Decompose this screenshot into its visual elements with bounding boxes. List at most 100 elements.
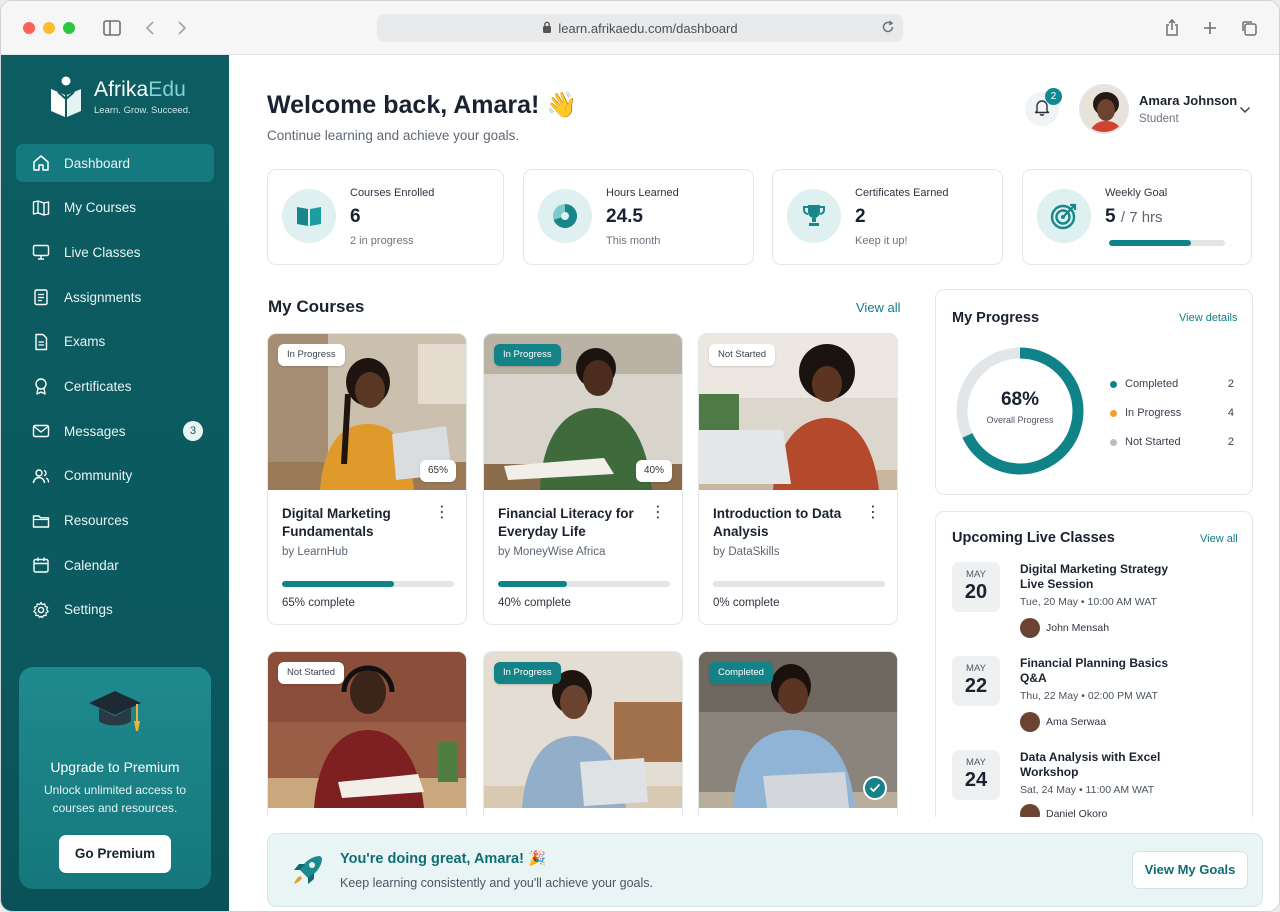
premium-title: Upgrade to Premium	[50, 759, 180, 775]
target-icon	[1037, 189, 1091, 243]
maximize-window-button[interactable]	[63, 22, 75, 34]
reload-icon[interactable]	[881, 20, 895, 37]
trophy-icon	[787, 189, 841, 243]
course-title[interactable]: Introduction to Data Analysis	[713, 505, 863, 541]
back-icon[interactable]	[139, 17, 161, 39]
stat-label: Courses Enrolled	[350, 187, 435, 199]
user-role: Student	[1139, 113, 1179, 125]
course-title[interactable]: Financial Literacy for Everyday Life	[498, 505, 648, 541]
live-class-time: Tue, 20 May • 10:00 AM WAT	[1020, 596, 1157, 608]
date-badge: MAY 24	[952, 750, 1000, 800]
progress-donut-chart	[956, 347, 1084, 475]
address-bar[interactable]: learn.afrikaedu.com/dashboard	[377, 14, 903, 42]
sidebar-item-dashboard[interactable]: Dashboard	[16, 144, 214, 182]
sidebar-item-label: Community	[64, 468, 133, 484]
status-badge: Completed	[709, 662, 773, 684]
pie-chart-icon	[538, 189, 592, 243]
forward-icon[interactable]	[171, 17, 193, 39]
page-subtitle: Continue learning and achieve your goals…	[267, 128, 520, 143]
close-window-button[interactable]	[23, 22, 35, 34]
premium-promo-card: Upgrade to Premium Unlock unlimited acce…	[19, 667, 211, 889]
sidebar-item-label: Live Classes	[64, 244, 141, 260]
sidebar-item-community[interactable]: Community	[16, 457, 214, 495]
sidebar-item-label: Resources	[64, 513, 129, 528]
sidebar-item-calendar[interactable]: Calendar	[16, 546, 214, 584]
course-provider: by MoneyWise Africa	[498, 546, 606, 558]
brand-name: AfrikaEdu	[94, 78, 186, 101]
stat-card-hours-learned[interactable]: Hours Learned 24.5 This month	[523, 169, 754, 265]
more-options-icon[interactable]: ⋮	[434, 505, 450, 521]
tabs-overview-icon[interactable]	[1238, 17, 1260, 39]
live-class-time: Sat, 24 May • 11:00 AM WAT	[1020, 784, 1155, 796]
date-badge: MAY 22	[952, 656, 1000, 706]
calendar-icon	[32, 556, 50, 574]
my-progress-title: My Progress	[952, 310, 1040, 326]
check-icon	[863, 776, 887, 800]
users-icon	[32, 467, 50, 485]
sidebar-item-label: Assignments	[64, 289, 142, 305]
clipboard-icon	[32, 288, 50, 306]
stat-label: Certificates Earned	[855, 187, 949, 199]
new-tab-icon[interactable]	[1199, 17, 1221, 39]
stat-note: 2 in progress	[350, 235, 414, 247]
course-progress-bar	[713, 581, 885, 587]
more-options-icon[interactable]: ⋮	[865, 505, 881, 521]
sidebar-item-label: Settings	[64, 602, 113, 618]
course-card[interactable]: Completed	[698, 651, 898, 815]
user-name[interactable]: Amara Johnson	[1139, 93, 1237, 108]
sidebar-item-assignments[interactable]: Assignments	[16, 278, 214, 316]
sidebar-item-exams[interactable]: Exams	[16, 323, 214, 361]
sidebar-toggle-icon[interactable]	[101, 17, 123, 39]
course-card[interactable]: Not Started Introduction to Data Analysi…	[698, 333, 898, 625]
brand-logo[interactable]: AfrikaEdu Learn. Grow. Succeed.	[49, 75, 191, 119]
go-premium-button[interactable]: Go Premium	[59, 835, 171, 873]
view-my-goals-button[interactable]: View My Goals	[1132, 851, 1248, 889]
minimize-window-button[interactable]	[43, 22, 55, 34]
mail-icon	[32, 422, 50, 440]
live-class-host: Ama Serwaa	[1020, 712, 1106, 732]
live-class-item[interactable]: MAY 20 Digital Marketing Strategy Live Se…	[952, 562, 1252, 642]
browser-window: learn.afrikaedu.com/dashboard AfrikaEdu	[0, 0, 1280, 912]
sidebar-item-certificates[interactable]: Certificates	[16, 367, 214, 405]
live-class-title: Financial Planning Basics Q&A	[1020, 656, 1169, 685]
status-badge: Not Started	[709, 344, 776, 366]
live-class-item[interactable]: MAY 22 Financial Planning Basics Q&A Thu,…	[952, 656, 1252, 736]
sidebar-item-settings[interactable]: Settings	[16, 591, 214, 629]
course-card[interactable]: In Progress 40% Financial Literacy for E…	[483, 333, 683, 625]
progress-percent-badge: 40%	[635, 460, 672, 482]
live-view-all-link[interactable]: View all	[1200, 533, 1238, 545]
live-class-item[interactable]: MAY 24 Data Analysis with Excel Workshop …	[952, 750, 1252, 817]
legend-swatch	[1110, 380, 1117, 388]
stat-card-courses-enrolled[interactable]: Courses Enrolled 6 2 in progress	[267, 169, 504, 265]
view-details-link[interactable]: View details	[1179, 312, 1238, 324]
url-text: learn.afrikaedu.com/dashboard	[558, 20, 738, 36]
sidebar-item-my-courses[interactable]: My Courses	[16, 189, 214, 227]
course-card[interactable]: In Progress	[483, 651, 683, 815]
stat-card-weekly-goal[interactable]: Weekly Goal 5 / 7 hrs	[1022, 169, 1252, 265]
messages-count-badge: 3	[183, 421, 203, 442]
sidebar-item-live-classes[interactable]: Live Classes	[16, 233, 214, 271]
folder-icon	[32, 512, 50, 530]
course-title[interactable]: Digital Marketing Fundamentals	[282, 505, 432, 541]
course-card[interactable]: In Progress 65% Digital Marketing Fundam…	[267, 333, 467, 625]
sidebar-item-resources[interactable]: Resources	[16, 502, 214, 540]
status-badge: In Progress	[278, 344, 345, 366]
stat-card-certificates-earned[interactable]: Certificates Earned 2 Keep it up!	[772, 169, 1003, 265]
course-progress-text: 0% complete	[713, 597, 780, 609]
share-icon[interactable]	[1161, 17, 1183, 39]
sidebar-item-label: Certificates	[64, 378, 132, 394]
more-options-icon[interactable]: ⋮	[650, 505, 666, 521]
chevron-down-icon[interactable]	[1239, 101, 1251, 119]
browser-toolbar: learn.afrikaedu.com/dashboard	[1, 1, 1279, 55]
book-icon	[32, 199, 50, 217]
legend-swatch	[1110, 438, 1117, 446]
live-class-title: Digital Marketing Strategy Live Session	[1020, 562, 1169, 591]
weekly-goal-progress-fill	[1109, 240, 1192, 246]
course-card[interactable]: Not Started	[267, 651, 467, 815]
overall-progress-value: 68%	[1000, 389, 1040, 410]
legend-swatch	[1110, 409, 1117, 417]
courses-view-all-link[interactable]: View all	[856, 300, 901, 315]
course-provider: by DataSkills	[713, 546, 780, 558]
avatar[interactable]	[1079, 84, 1129, 134]
sidebar-item-messages[interactable]: Messages 3	[16, 412, 214, 450]
